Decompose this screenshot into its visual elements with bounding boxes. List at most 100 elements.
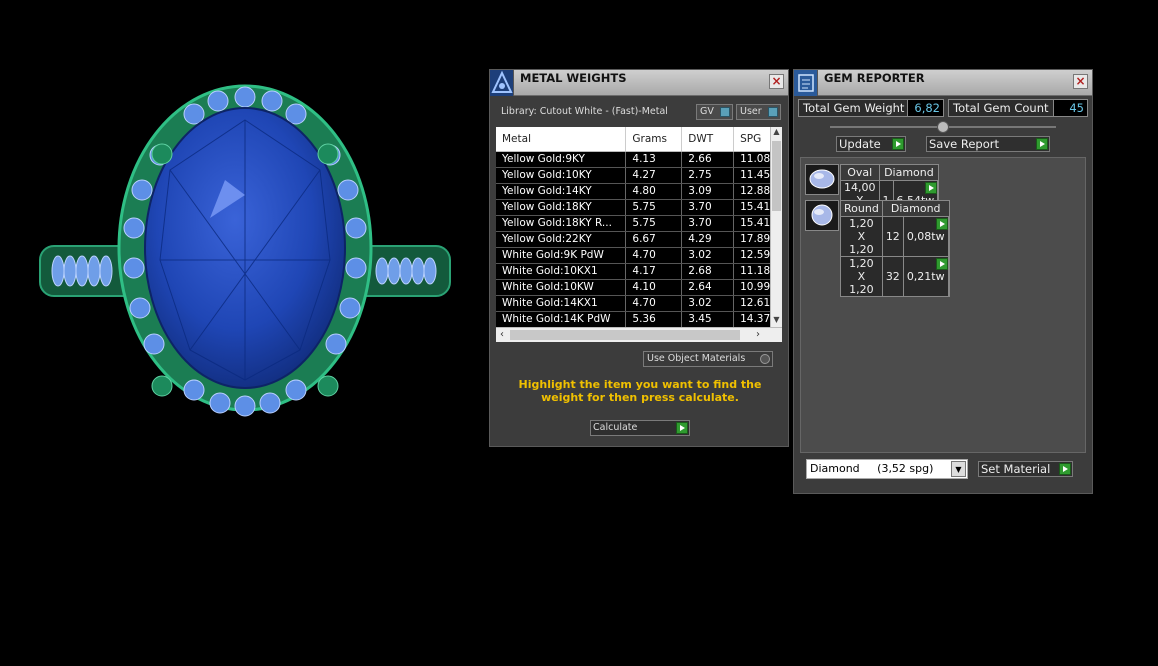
set-material-button[interactable]: Set Material xyxy=(978,461,1073,477)
user-toggle[interactable]: User xyxy=(736,104,781,120)
gem-size: 1,20 X 1,20 xyxy=(840,256,883,297)
metal-grams: 4.80 xyxy=(625,183,683,200)
metal-name: White Gold:14K PdW xyxy=(496,311,627,328)
play-arrow-icon xyxy=(676,422,688,434)
select-gem-button[interactable] xyxy=(935,216,950,257)
scroll-thumb[interactable] xyxy=(772,141,781,211)
metal-grams: 4.70 xyxy=(625,295,683,312)
save-report-label: Save Report xyxy=(929,137,1000,151)
library-label: Library: Cutout White - (Fast)-Metal xyxy=(501,106,668,117)
panel-slider[interactable] xyxy=(830,121,1056,133)
metal-weights-app-icon xyxy=(490,70,514,96)
gem-shape: Round xyxy=(840,200,883,217)
total-gem-count-value: 45 xyxy=(1053,100,1087,116)
metal-weights-panel: METAL WEIGHTS × Library: Cutout White - … xyxy=(489,69,789,447)
play-arrow-icon xyxy=(1059,463,1071,475)
column-header-dwt[interactable]: DWT xyxy=(681,127,735,152)
metal-grams: 5.75 xyxy=(625,199,683,216)
gem-row[interactable]: 1,20 X 1,20 12 0,08tw xyxy=(840,216,950,257)
metal-row[interactable]: White Gold:10KX1 4.17 2.68 11.18 xyxy=(496,263,782,280)
use-object-materials-option[interactable]: Use Object Materials xyxy=(643,351,773,367)
gem-reporter-panel: GEM REPORTER × Total Gem Weight 6,82 Tot… xyxy=(793,69,1093,494)
metal-row[interactable]: Yellow Gold:18KY R... 5.75 3.70 15.41 xyxy=(496,215,782,232)
play-arrow-icon xyxy=(935,218,948,230)
metal-row[interactable]: Yellow Gold:14KY 4.80 3.09 12.88 xyxy=(496,183,782,200)
metal-name: Yellow Gold:10KY xyxy=(496,167,627,184)
select-gem-button[interactable] xyxy=(935,256,950,297)
column-header-metal[interactable]: Metal xyxy=(496,127,627,152)
metal-table-container: Metal Grams DWT SPG Yellow Gold:9KY 4.13 2… xyxy=(496,127,782,342)
metal-dwt: 3.02 xyxy=(681,247,735,264)
update-button[interactable]: Update xyxy=(836,136,906,152)
round-gem-icon[interactable] xyxy=(805,200,839,231)
metal-row[interactable]: White Gold:14KX1 4.70 3.02 12.61 xyxy=(496,295,782,312)
play-arrow-icon xyxy=(1036,138,1048,150)
scroll-thumb[interactable] xyxy=(510,330,740,340)
metal-row[interactable]: White Gold:14K PdW 5.36 3.45 14.37 xyxy=(496,311,782,328)
metal-grams: 5.75 xyxy=(625,215,683,232)
metal-table-header: Metal Grams DWT SPG xyxy=(496,127,782,152)
horizontal-scrollbar[interactable]: ‹ › xyxy=(496,327,782,342)
gem-table: Round Diamond 1,20 X 1,20 12 0,08tw 1,20… xyxy=(840,200,950,297)
ring-3d-viewport[interactable] xyxy=(0,60,480,460)
save-report-button[interactable]: Save Report xyxy=(926,136,1050,152)
play-arrow-icon xyxy=(935,258,948,270)
slider-knob[interactable] xyxy=(937,121,949,133)
scroll-right-icon[interactable]: › xyxy=(752,328,764,342)
chevron-down-icon[interactable]: ▼ xyxy=(951,461,966,477)
gem-reporter-title: GEM REPORTER xyxy=(824,71,925,85)
material-select[interactable]: Diamond (3,52 spg) ▼ xyxy=(806,459,968,479)
gem-material: Diamond xyxy=(881,200,950,217)
oval-gem-icon[interactable] xyxy=(805,164,839,195)
gem-count: 32 xyxy=(881,256,904,297)
update-label: Update xyxy=(839,137,881,151)
radio-icon[interactable] xyxy=(760,354,770,364)
metal-grams: 6.67 xyxy=(625,231,683,248)
total-gem-weight-label: Total Gem Weight xyxy=(803,101,905,115)
metal-row[interactable]: Yellow Gold:10KY 4.27 2.75 11.45 xyxy=(496,167,782,184)
calculate-button[interactable]: Calculate xyxy=(590,420,690,436)
metal-grams: 4.10 xyxy=(625,279,683,296)
gem-count: 12 xyxy=(881,216,904,257)
metal-row[interactable]: Yellow Gold:18KY 5.75 3.70 15.41 xyxy=(496,199,782,216)
gem-size: 1,20 X 1,20 xyxy=(840,216,883,257)
gem-reporter-titlebar[interactable]: GEM REPORTER × xyxy=(794,70,1092,96)
metal-row[interactable]: Yellow Gold:22KY 6.67 4.29 17.89 xyxy=(496,231,782,248)
ring-render xyxy=(39,84,451,417)
total-gem-weight: Total Gem Weight 6,82 xyxy=(798,99,944,117)
metal-row[interactable]: White Gold:10KW 4.10 2.64 10.99 xyxy=(496,279,782,296)
metal-dwt: 3.02 xyxy=(681,295,735,312)
gem-row[interactable]: 1,20 X 1,20 32 0,21tw xyxy=(840,256,950,297)
metal-row[interactable]: Yellow Gold:9KY 4.13 2.66 11.08 xyxy=(496,151,782,168)
metal-row[interactable]: White Gold:9K PdW 4.70 3.02 12.59 xyxy=(496,247,782,264)
metal-name: White Gold:10KW xyxy=(496,279,627,296)
metal-name: White Gold:10KX1 xyxy=(496,263,627,280)
scroll-down-icon[interactable]: ▼ xyxy=(771,315,782,327)
toggle-switch-icon xyxy=(768,107,778,117)
metal-weights-title: METAL WEIGHTS xyxy=(520,71,627,85)
scroll-left-icon[interactable]: ‹ xyxy=(496,328,508,342)
calculate-label: Calculate xyxy=(593,422,638,433)
metal-dwt: 2.68 xyxy=(681,263,735,280)
metal-name: Yellow Gold:18KY R... xyxy=(496,215,627,232)
metal-dwt: 2.75 xyxy=(681,167,735,184)
toggle-switch-icon xyxy=(720,107,730,117)
metal-grams: 4.13 xyxy=(625,151,683,168)
metal-name: Yellow Gold:18KY xyxy=(496,199,627,216)
gv-toggle[interactable]: GV xyxy=(696,104,733,120)
metal-dwt: 3.70 xyxy=(681,199,735,216)
gem-shape: Oval xyxy=(840,164,880,181)
column-header-grams[interactable]: Grams xyxy=(625,127,683,152)
vertical-scrollbar[interactable]: ▲ ▼ xyxy=(770,127,782,327)
scroll-up-icon[interactable]: ▲ xyxy=(771,127,782,139)
metal-dwt: 2.66 xyxy=(681,151,735,168)
metal-name: White Gold:9K PdW xyxy=(496,247,627,264)
close-icon[interactable]: × xyxy=(1073,74,1088,89)
metal-dwt: 4.29 xyxy=(681,231,735,248)
metal-dwt: 2.64 xyxy=(681,279,735,296)
close-icon[interactable]: × xyxy=(769,74,784,89)
use-object-materials-label: Use Object Materials xyxy=(647,353,746,364)
metal-dwt: 3.09 xyxy=(681,183,735,200)
metal-weights-titlebar[interactable]: METAL WEIGHTS × xyxy=(490,70,788,96)
play-arrow-icon xyxy=(925,182,938,194)
